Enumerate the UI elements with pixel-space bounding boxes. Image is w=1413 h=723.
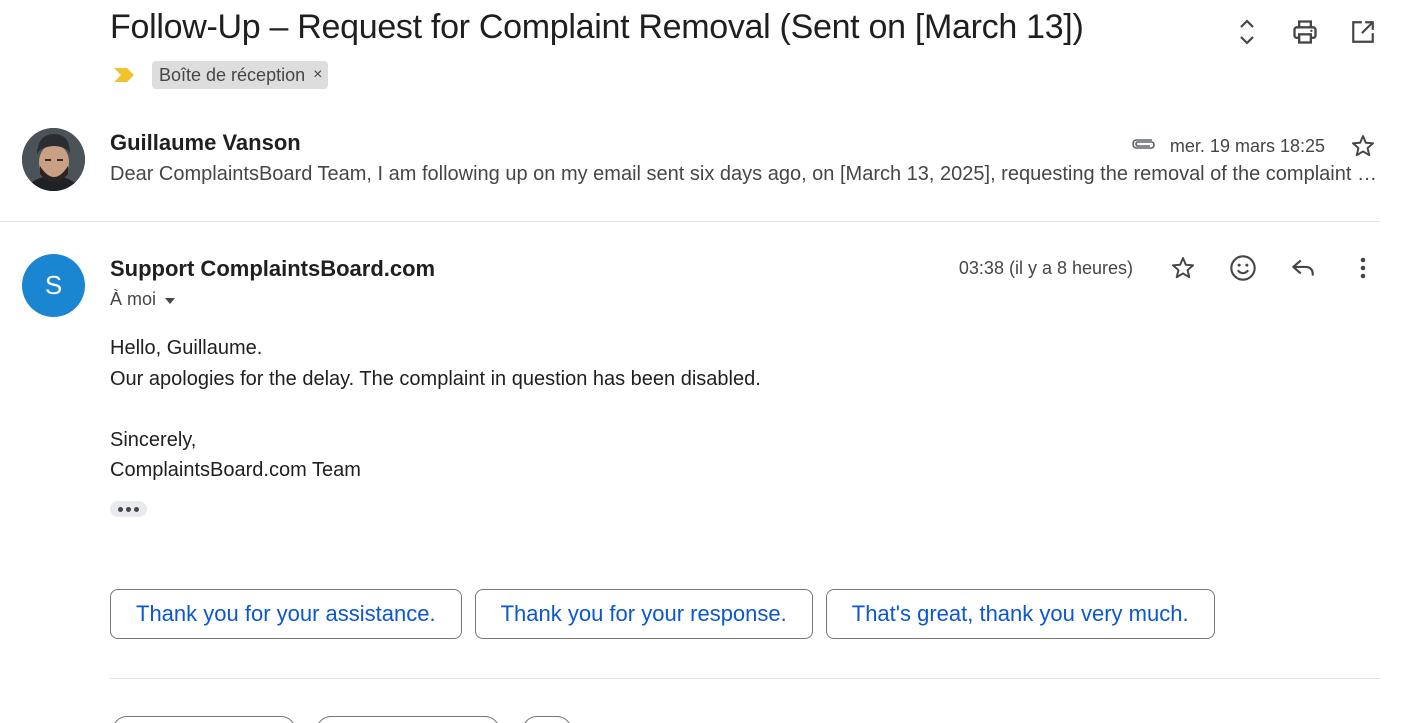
smart-reply-row: Thank you for your assistance. Thank you… (110, 589, 1215, 639)
label-chip-inbox[interactable]: Boîte de réception × (152, 61, 329, 89)
collapsed-message[interactable]: Guillaume Vanson Dear ComplaintsBoard Te… (0, 118, 1413, 218)
star-icon[interactable] (1167, 252, 1199, 284)
email-thread-view: Follow-Up – Request for Complaint Remova… (0, 0, 1413, 723)
message-meta: mer. 19 mars 18:25 (1130, 130, 1379, 162)
smart-reply-button[interactable]: Thank you for your response. (474, 589, 813, 639)
reply-icon[interactable] (1287, 252, 1319, 284)
email-subject: Follow-Up – Request for Complaint Remova… (110, 8, 1084, 46)
attachment-icon (1130, 136, 1158, 157)
dot (134, 506, 139, 512)
message-actions: 03:38 (il y a 8 heures) (959, 252, 1379, 284)
emoji-button-partial[interactable] (522, 716, 572, 723)
avatar[interactable] (22, 128, 85, 191)
smart-reply-button[interactable]: That's great, thank you very much. (825, 589, 1215, 639)
sender-name: Support ComplaintsBoard.com (110, 256, 436, 281)
unfold-icon[interactable] (1231, 16, 1263, 48)
emoji-reaction-icon[interactable] (1227, 252, 1259, 284)
message-date: mer. 19 mars 18:25 (1169, 135, 1325, 156)
dot (118, 506, 123, 512)
recipient-label: À moi (110, 289, 157, 309)
open-in-new-icon[interactable] (1347, 16, 1379, 48)
divider (0, 221, 1380, 222)
forward-button-partial[interactable] (316, 716, 500, 723)
importance-marker-icon[interactable] (110, 61, 138, 89)
divider (110, 678, 1380, 679)
message-body: Hello, Guillaume. Our apologies for the … (110, 333, 761, 486)
body-line: ComplaintsBoard.com Team (110, 459, 361, 481)
sender-name: Guillaume Vanson (110, 130, 301, 155)
smart-reply-button[interactable]: Thank you for your assistance. (110, 589, 462, 639)
thread-actions (1231, 16, 1379, 48)
show-trimmed-content-button[interactable] (110, 501, 147, 517)
body-line: Hello, Guillaume. (110, 337, 263, 359)
dot (126, 506, 131, 512)
label-chip-text: Boîte de réception (159, 64, 306, 85)
more-options-icon[interactable] (1347, 252, 1379, 284)
recipient-details-toggle[interactable]: À moi (110, 289, 176, 310)
label-row: Boîte de réception × (110, 61, 329, 89)
message-snippet: Dear ComplaintsBoard Team, I am followin… (110, 163, 1378, 185)
remove-label-icon[interactable]: × (313, 67, 322, 83)
star-icon[interactable] (1347, 130, 1379, 162)
avatar[interactable]: S (22, 254, 85, 317)
chevron-down-icon[interactable] (164, 289, 176, 310)
body-line: Our apologies for the delay. The complai… (110, 367, 761, 390)
print-icon[interactable] (1289, 16, 1321, 48)
message-date: 03:38 (il y a 8 heures) (958, 257, 1133, 278)
body-line: Sincerely, (110, 428, 197, 451)
reply-button-partial[interactable] (112, 716, 296, 723)
